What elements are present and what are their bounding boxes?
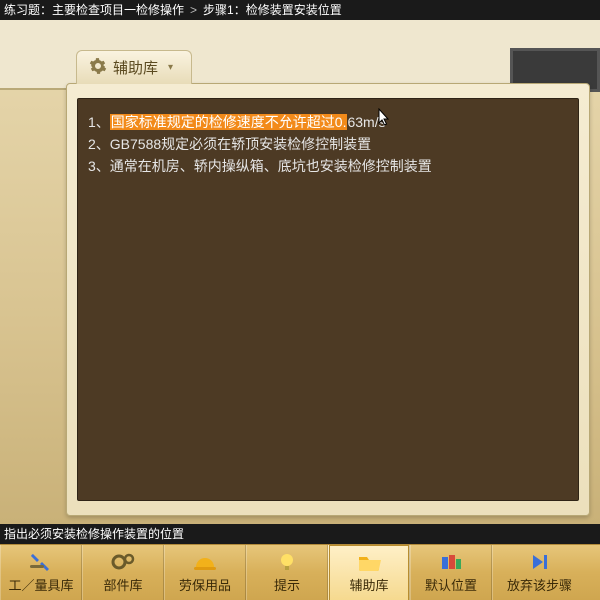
help-library-tab[interactable]: 辅助库 ▾ xyxy=(76,50,192,84)
chevron-down-icon: ▾ xyxy=(168,62,173,73)
toolbar-label: 部件库 xyxy=(103,575,142,594)
toolbar-label: 辅助库 xyxy=(349,575,388,594)
title-separator: > xyxy=(190,0,197,20)
skip-icon xyxy=(527,551,553,573)
toolbar-label: 放弃该步骤 xyxy=(507,575,572,594)
toolbar-tools-button[interactable]: 工／量具库 xyxy=(0,545,82,600)
help-item-3: 3、通常在机房、轿内操纵箱、底坑也安装检修控制装置 xyxy=(88,155,568,177)
title-main: 主要检查项目一检修操作 xyxy=(52,0,184,20)
app-root: 练习题： 主要检查项目一检修操作 > 步骤1：检修装置安装位置 辅助库 ▾ 1、… xyxy=(0,0,600,600)
lightbulb-icon xyxy=(274,551,300,573)
wrench-icon xyxy=(28,551,54,573)
scene-stage[interactable]: 辅助库 ▾ 1、国家标准规定的检修速度不允许超过0.63m/s 2、GB7588… xyxy=(0,20,600,524)
help-item-1-rest: 63m/s xyxy=(347,114,385,130)
bottom-toolbar: 工／量具库 部件库 劳保用品 提示 辅助库 默认位置 放弃该步骤 xyxy=(0,544,600,600)
help-panel-body: 1、国家标准规定的检修速度不允许超过0.63m/s 2、GB7588规定必须在轿… xyxy=(77,98,579,501)
toolbar-default-pos-button[interactable]: 默认位置 xyxy=(410,545,492,600)
toolbar-label: 劳保用品 xyxy=(179,575,231,594)
gear-icon xyxy=(89,57,107,79)
toolbar-label: 默认位置 xyxy=(425,575,477,594)
toolbar-ppe-button[interactable]: 劳保用品 xyxy=(164,545,246,600)
title-bar: 练习题： 主要检查项目一检修操作 > 步骤1：检修装置安装位置 xyxy=(0,0,600,20)
instruction-bar: 指出必须安装检修操作装置的位置 xyxy=(0,524,600,544)
help-item-2: 2、GB7588规定必须在轿顶安装检修控制装置 xyxy=(88,133,568,155)
toolbar-help-button[interactable]: 辅助库 xyxy=(328,545,410,600)
instruction-text: 指出必须安装检修操作装置的位置 xyxy=(4,527,184,541)
toolbar-giveup-button[interactable]: 放弃该步骤 xyxy=(492,545,586,600)
help-item-1-num: 1、 xyxy=(88,114,110,130)
toolbar-parts-button[interactable]: 部件库 xyxy=(82,545,164,600)
gears-icon xyxy=(110,551,136,573)
title-prefix: 练习题： xyxy=(4,0,52,20)
toolbar-label: 提示 xyxy=(274,575,300,594)
title-step: 步骤1：检修装置安装位置 xyxy=(203,0,342,20)
help-item-1: 1、国家标准规定的检修速度不允许超过0.63m/s xyxy=(88,111,568,133)
toolbar-label: 工／量具库 xyxy=(8,575,73,594)
help-panel: 1、国家标准规定的检修速度不允许超过0.63m/s 2、GB7588规定必须在轿… xyxy=(66,83,590,516)
hardhat-icon xyxy=(192,551,218,573)
books-icon xyxy=(438,551,464,573)
help-library-tab-label: 辅助库 xyxy=(113,57,158,78)
folder-icon xyxy=(356,551,382,573)
help-item-1-highlight: 国家标准规定的检修速度不允许超过0. xyxy=(110,114,348,130)
toolbar-hint-button[interactable]: 提示 xyxy=(246,545,328,600)
